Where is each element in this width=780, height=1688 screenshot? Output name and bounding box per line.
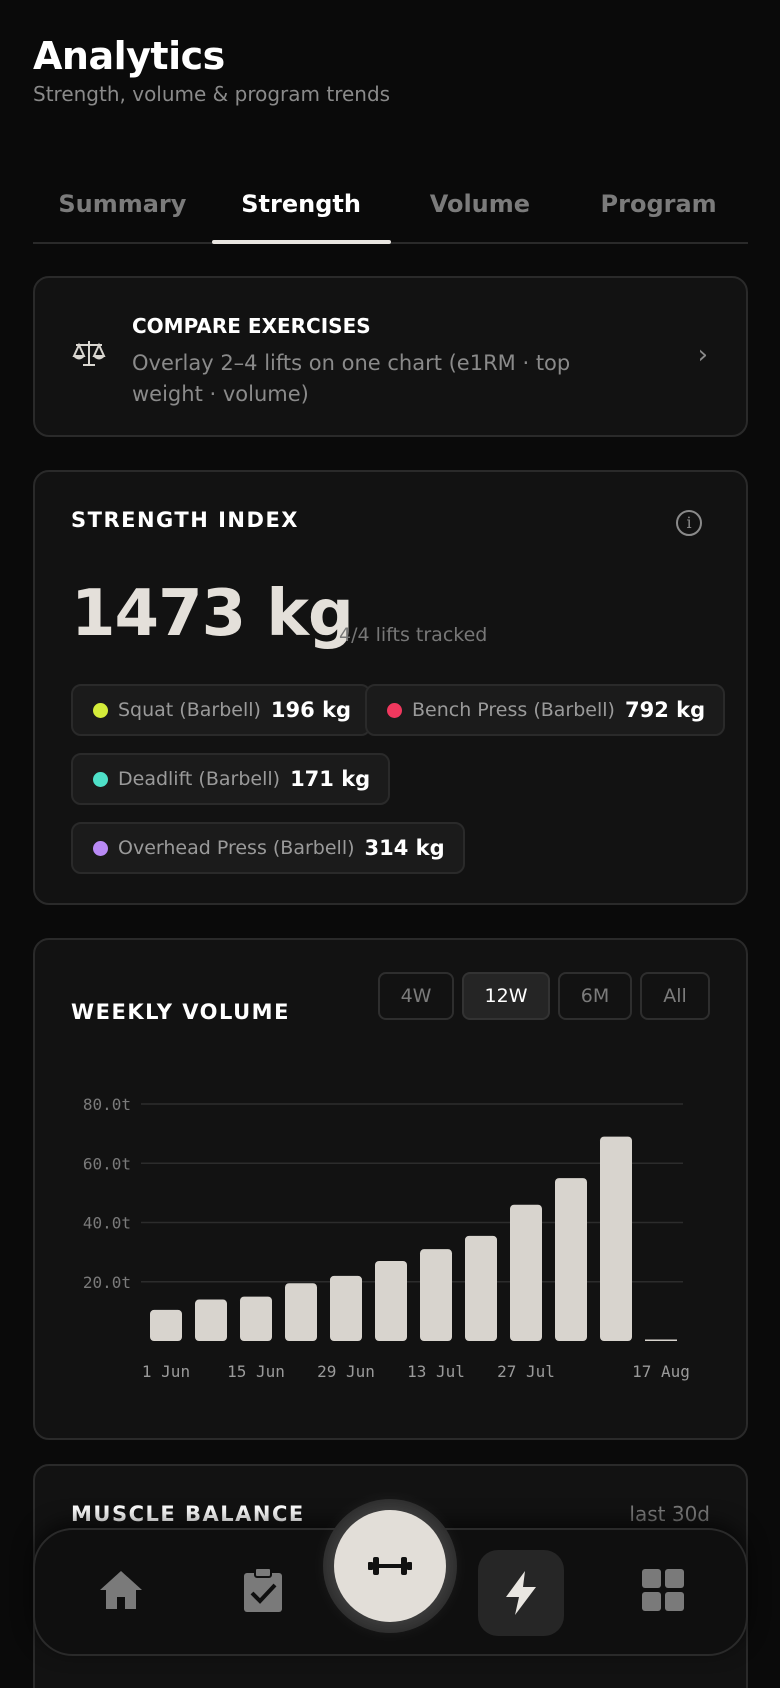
x-tick-label: 13 Jul	[407, 1362, 465, 1381]
lift-name: Bench Press (Barbell)	[412, 699, 615, 721]
volume-bar[interactable]	[195, 1299, 227, 1341]
compare-title: COMPARE EXERCISES	[132, 314, 371, 338]
lift-chip-overhead-press[interactable]: Overhead Press (Barbell) 314 kg	[71, 822, 465, 874]
volume-bar[interactable]	[510, 1204, 542, 1341]
x-tick-label: 27 Jul	[497, 1362, 555, 1381]
volume-bar[interactable]	[375, 1261, 407, 1341]
grid-icon	[642, 1569, 684, 1611]
y-tick-label: 80.0t	[83, 1095, 131, 1114]
y-tick-label: 20.0t	[83, 1273, 131, 1292]
page-header: Analytics Strength, volume & program tre…	[33, 30, 390, 106]
volume-bar[interactable]	[555, 1178, 587, 1341]
lift-value: 792 kg	[624, 698, 706, 722]
start-workout-fab[interactable]	[323, 1499, 457, 1633]
page-subtitle: Strength, volume & program trends	[33, 82, 391, 106]
x-tick-label: 1 Jun	[142, 1362, 190, 1381]
lifts-tracked: 4/4 lifts tracked	[339, 624, 488, 646]
lift-name: Squat (Barbell)	[118, 699, 261, 721]
dumbbell-icon	[368, 1557, 412, 1575]
volume-bar[interactable]	[645, 1339, 677, 1342]
info-icon[interactable]: i	[676, 510, 702, 536]
x-tick-label: 17 Aug	[632, 1362, 690, 1381]
clipboard-check-icon	[244, 1567, 282, 1612]
y-tick-label: 60.0t	[83, 1154, 131, 1173]
home-icon	[100, 1571, 142, 1609]
volume-bar[interactable]	[285, 1283, 317, 1341]
muscle-balance-title: MUSCLE BALANCE	[71, 1502, 305, 1526]
lift-value: 314 kg	[364, 836, 445, 860]
nav-more[interactable]	[633, 1560, 693, 1620]
volume-bar[interactable]	[420, 1249, 452, 1341]
volume-bar[interactable]	[150, 1309, 182, 1341]
lift-color-dot	[93, 702, 108, 718]
lift-chip-bench-press[interactable]: Bench Press (Barbell) 792 kg	[365, 684, 726, 736]
volume-bar[interactable]	[240, 1296, 272, 1341]
tab-volume[interactable]: Volume	[391, 178, 570, 242]
tab-strength[interactable]: Strength	[211, 178, 391, 244]
lift-chip-squat[interactable]: Squat (Barbell) 196 kg	[71, 684, 372, 736]
x-tick-label: 29 Jun	[317, 1362, 375, 1381]
volume-bar[interactable]	[600, 1136, 632, 1341]
lift-name: Deadlift (Barbell)	[118, 768, 281, 790]
lightning-icon	[506, 1571, 536, 1615]
nav-analytics[interactable]	[478, 1550, 564, 1636]
x-tick-label: 15 Jun	[227, 1362, 285, 1381]
strength-index-card: STRENGTH INDEX i 1473 kg 4/4 lifts track…	[33, 470, 748, 905]
y-tick-label: 40.0t	[83, 1214, 131, 1233]
chevron-right-icon: ›	[697, 340, 708, 370]
lift-color-dot	[93, 840, 108, 856]
nav-workouts[interactable]	[233, 1560, 293, 1620]
strength-index-value: 1473 kg	[71, 577, 354, 651]
tab-program[interactable]: Program	[569, 178, 748, 242]
lift-chip-deadlift[interactable]: Deadlift (Barbell) 171 kg	[71, 753, 391, 805]
tab-summary[interactable]: Summary	[33, 178, 212, 242]
scales-icon	[71, 338, 107, 376]
lift-value: 171 kg	[290, 767, 371, 791]
lift-color-dot	[387, 702, 402, 718]
lift-value: 196 kg	[270, 698, 352, 722]
nav-home[interactable]	[91, 1560, 151, 1620]
compare-description: Overlay 2–4 lifts on one chart (e1RM · t…	[132, 351, 571, 406]
volume-bar[interactable]	[330, 1275, 362, 1341]
weekly-volume-chart: 20.0t 40.0t 60.0t 80.0t 1 Jun 15 Jun 29 Jun 13 …	[83, 1095, 690, 1381]
strength-index-title: STRENGTH INDEX	[71, 508, 299, 532]
volume-bar[interactable]	[465, 1235, 497, 1341]
lift-color-dot	[93, 771, 108, 787]
weekly-volume-card: WEEKLY VOLUME 4W 12W 6M All 20.0t 40.0t 60…	[33, 938, 748, 1440]
start-workout-button[interactable]	[334, 1510, 446, 1622]
muscle-balance-period: last 30d	[629, 1502, 710, 1526]
analytics-tabs: Summary Strength Volume Program	[33, 178, 748, 244]
compare-exercises-card[interactable]: COMPARE EXERCISES Overlay 2–4 lifts on o…	[33, 276, 748, 437]
lift-name: Overhead Press (Barbell)	[118, 837, 355, 859]
page-title: Analytics	[33, 34, 225, 78]
